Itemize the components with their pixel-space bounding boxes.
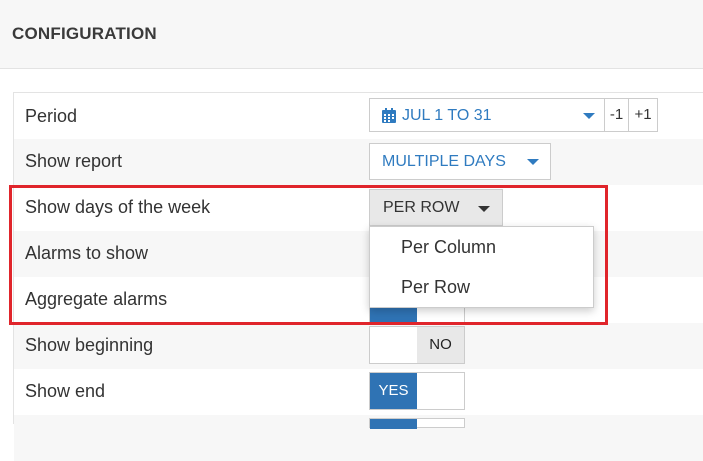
row-alarms-to-show: Alarms to show — [14, 231, 703, 277]
config-table: Period Show report Show days of the week… — [13, 92, 703, 461]
row-days-of-week: Show days of the week — [14, 185, 703, 231]
show-end-yes[interactable]: YES — [370, 373, 417, 409]
dropdown-option-per-row[interactable]: Per Row — [401, 277, 470, 298]
show-report-value: MULTIPLE DAYS — [382, 153, 506, 170]
days-of-week-value: PER ROW — [383, 199, 460, 216]
page-title: CONFIGURATION — [12, 24, 157, 43]
row-label-show-end: Show end — [25, 381, 106, 401]
config-header: CONFIGURATION — [0, 0, 703, 69]
next-toggle-yes[interactable] — [370, 419, 417, 429]
chevron-down-icon — [527, 159, 539, 165]
calendar-icon — [382, 108, 396, 128]
next-toggle[interactable] — [369, 418, 465, 429]
show-beginning-toggle[interactable]: NO — [369, 326, 465, 364]
row-aggregate-alarms: Aggregate alarms — [14, 277, 703, 323]
row-show-end: Show end — [14, 369, 703, 415]
chevron-down-icon — [478, 206, 490, 212]
show-beginning-no[interactable]: NO — [417, 327, 464, 363]
period-select[interactable]: JUL 1 TO 31 — [369, 98, 605, 132]
show-report-select[interactable]: MULTIPLE DAYS — [369, 143, 551, 180]
row-label-days-of-week: Show days of the week — [25, 197, 211, 217]
period-minus-button[interactable]: -1 — [604, 98, 629, 132]
days-of-week-dropdown: Per Column Per Row — [369, 226, 594, 308]
period-value: JUL 1 TO 31 — [402, 107, 492, 124]
row-label-aggregate-alarms: Aggregate alarms — [25, 289, 168, 309]
row-show-report: Show report — [14, 139, 703, 185]
row-show-beginning: Show beginning — [14, 323, 703, 369]
period-plus-button[interactable]: +1 — [628, 98, 658, 132]
row-label-period: Period — [25, 106, 78, 126]
show-end-toggle[interactable]: YES — [369, 372, 465, 410]
row-label-alarms-to-show: Alarms to show — [25, 243, 149, 263]
row-label-show-beginning: Show beginning — [25, 335, 154, 355]
chevron-down-icon — [583, 113, 595, 119]
days-of-week-select[interactable]: PER ROW — [369, 189, 503, 226]
show-end-no[interactable] — [417, 373, 464, 409]
row-next — [14, 415, 703, 461]
row-label-show-report: Show report — [25, 151, 123, 171]
show-beginning-yes[interactable] — [370, 327, 417, 363]
dropdown-option-per-column[interactable]: Per Column — [401, 237, 496, 258]
